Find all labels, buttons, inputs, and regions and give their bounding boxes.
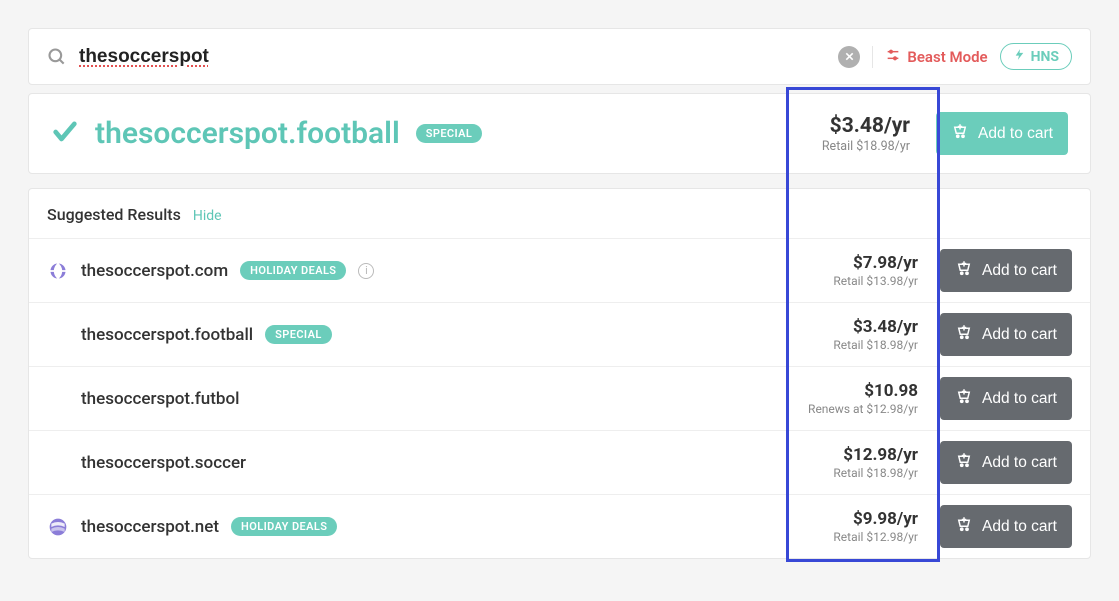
- featured-domain-name[interactable]: thesoccerspot.football: [95, 116, 400, 151]
- globe-icon: [47, 260, 69, 282]
- divider: [872, 46, 873, 68]
- hns-toggle[interactable]: HNS: [1000, 43, 1072, 70]
- add-to-cart-featured[interactable]: Add to cart: [936, 112, 1068, 155]
- featured-price-sub: Retail $18.98/yr: [822, 139, 910, 154]
- result-row: thesoccerspot.football SPECIAL $3.48/yrRet…: [29, 302, 1090, 366]
- result-price-main: $12.98/yr: [833, 445, 918, 465]
- cart-icon: [955, 515, 973, 538]
- result-row: thesoccerspot.futbol $10.98Renews at $12.…: [29, 366, 1090, 430]
- search-bar: Beast Mode HNS: [28, 28, 1091, 85]
- result-domain-name[interactable]: thesoccerspot.com: [81, 261, 228, 281]
- sliders-icon: [885, 47, 901, 67]
- result-price-sub: Renews at $12.98/yr: [808, 402, 918, 416]
- result-price-sub: Retail $12.98/yr: [833, 530, 918, 544]
- result-row: thesoccerspot.soccer $12.98/yrRetail $18.…: [29, 430, 1090, 494]
- result-price: $10.98Renews at $12.98/yr: [798, 381, 928, 416]
- hide-suggested-link[interactable]: Hide: [193, 208, 222, 224]
- result-badge: HOLIDAY DEALS: [240, 261, 346, 280]
- result-domain-name[interactable]: thesoccerspot.soccer: [81, 453, 246, 473]
- featured-price-main: $3.48/yr: [822, 114, 910, 138]
- cart-icon: [951, 122, 969, 145]
- suggested-title: Suggested Results: [47, 205, 181, 224]
- result-price: $12.98/yrRetail $18.98/yr: [823, 445, 928, 480]
- cart-icon: [955, 387, 973, 410]
- beast-mode-toggle[interactable]: Beast Mode: [885, 47, 987, 67]
- cart-label: Add to cart: [978, 125, 1053, 143]
- cart-icon: [955, 259, 973, 282]
- result-row: thesoccerspot.com HOLIDAY DEALS i $7.98/yrR…: [29, 238, 1090, 302]
- cart-label: Add to cart: [982, 262, 1057, 280]
- add-to-cart-button[interactable]: Add to cart: [940, 377, 1072, 420]
- swirl-icon: [47, 516, 69, 538]
- featured-result: thesoccerspot.football SPECIAL $3.48/yr …: [28, 93, 1091, 174]
- suggested-results-panel: Suggested Results Hide thesoccerspot.com…: [28, 188, 1091, 559]
- result-row: thesoccerspot.net HOLIDAY DEALS $9.98/yrRe…: [29, 494, 1090, 558]
- result-price: $3.48/yrRetail $18.98/yr: [823, 317, 928, 352]
- search-icon: [47, 47, 67, 67]
- add-to-cart-button[interactable]: Add to cart: [940, 313, 1072, 356]
- search-input[interactable]: [79, 46, 826, 68]
- featured-badge: SPECIAL: [416, 124, 483, 143]
- result-price: $9.98/yrRetail $12.98/yr: [823, 509, 928, 544]
- suggested-header: Suggested Results Hide: [29, 189, 1090, 238]
- lightning-icon: [1013, 48, 1026, 65]
- cart-icon: [955, 451, 973, 474]
- result-price-main: $10.98: [808, 381, 918, 401]
- add-to-cart-button[interactable]: Add to cart: [940, 441, 1072, 484]
- result-price-main: $9.98/yr: [833, 509, 918, 529]
- info-icon[interactable]: i: [358, 263, 374, 279]
- add-to-cart-button[interactable]: Add to cart: [940, 505, 1072, 548]
- result-domain-name[interactable]: thesoccerspot.futbol: [81, 389, 239, 409]
- clear-search-button[interactable]: [838, 46, 860, 68]
- result-domain-name[interactable]: thesoccerspot.football: [81, 325, 253, 345]
- featured-price: $3.48/yr Retail $18.98/yr: [812, 114, 920, 154]
- result-badge: SPECIAL: [265, 325, 332, 344]
- cart-icon: [955, 323, 973, 346]
- add-to-cart-button[interactable]: Add to cart: [940, 249, 1072, 292]
- hns-label: HNS: [1031, 49, 1059, 65]
- check-icon: [51, 118, 79, 150]
- result-price-main: $7.98/yr: [833, 253, 918, 273]
- result-domain-name[interactable]: thesoccerspot.net: [81, 517, 219, 537]
- result-price: $7.98/yrRetail $13.98/yr: [823, 253, 928, 288]
- result-price-main: $3.48/yr: [833, 317, 918, 337]
- result-badge: HOLIDAY DEALS: [231, 517, 337, 536]
- result-price-sub: Retail $18.98/yr: [833, 338, 918, 352]
- result-price-sub: Retail $18.98/yr: [833, 466, 918, 480]
- cart-label: Add to cart: [982, 454, 1057, 472]
- result-price-sub: Retail $13.98/yr: [833, 274, 918, 288]
- beast-mode-label: Beast Mode: [907, 48, 987, 66]
- cart-label: Add to cart: [982, 326, 1057, 344]
- cart-label: Add to cart: [982, 518, 1057, 536]
- cart-label: Add to cart: [982, 390, 1057, 408]
